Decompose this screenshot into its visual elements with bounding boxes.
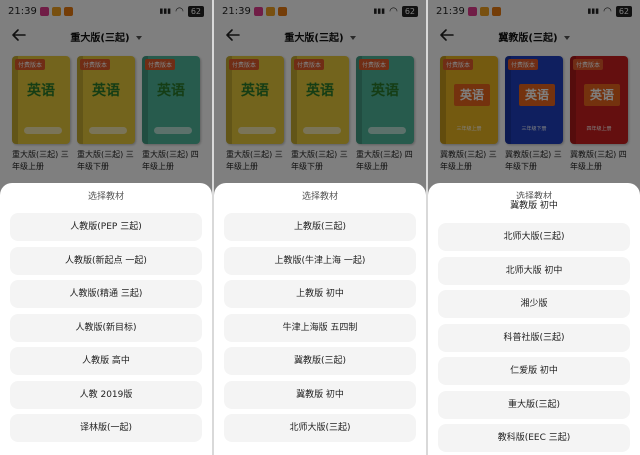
textbook-option[interactable]: 仁爱版 初中: [438, 357, 630, 385]
textbook-option[interactable]: 湘少版: [438, 290, 630, 318]
textbook-option[interactable]: 冀教版(三起): [224, 347, 416, 375]
sheet-title: 选择教材: [301, 192, 338, 202]
textbook-option[interactable]: 人教版(精通 三起): [10, 280, 202, 308]
bottom-sheet: 选择教材人教版(PEP 三起) 人教版(新起点 一起) 人教版(精通 三起) 人教版(…: [0, 183, 212, 455]
textbook-option[interactable]: 人教 2019版: [10, 380, 202, 409]
textbook-option[interactable]: 牛津上海版 五四制: [224, 313, 416, 342]
textbook-option[interactable]: 北师大版(三起): [224, 414, 416, 442]
phone-panel: 21:39▮▮▮◠62重大版(三起)付费版本英语重大版(三起) 三年级上册付费版…: [214, 0, 426, 455]
textbook-option[interactable]: 冀教版 初中: [438, 199, 630, 213]
textbook-option[interactable]: 译林版(一起): [10, 414, 202, 442]
textbook-option[interactable]: 人教版 高中: [10, 347, 202, 375]
bottom-sheet: 选择教材 冀教版 初中 北师大版(三起) 北师大版 初中 湘少版 科普社版(三起) 仁爱版 …: [428, 183, 640, 455]
phone-panel: 21:39▮▮▮◠62重大版(三起)付费版本英语重大版(三起) 三年级上册付费版…: [0, 0, 212, 455]
screenshot-collage: 21:39▮▮▮◠62重大版(三起)付费版本英语重大版(三起) 三年级上册付费版…: [0, 0, 640, 455]
textbook-option[interactable]: 人教版(新起点 一起): [10, 246, 202, 275]
textbook-option[interactable]: 上教版(牛津上海 一起): [224, 246, 416, 275]
bottom-sheet: 选择教材上教版(三起) 上教版(牛津上海 一起) 上教版 初中 牛津上海版 五四制 冀教…: [214, 183, 426, 455]
textbook-option[interactable]: 上教版 初中: [224, 280, 416, 308]
textbook-option[interactable]: 北师大版 初中: [438, 256, 630, 285]
textbook-option[interactable]: 北师大版(三起): [438, 223, 630, 251]
sheet-title: 选择教材: [87, 192, 124, 202]
textbook-option[interactable]: 科普社版(三起): [438, 323, 630, 352]
phone-panel: 21:39▮▮▮◠62冀教版(三起)付费版本英语三年级上册冀教版(三起) 三年级…: [428, 0, 640, 455]
textbook-option[interactable]: 上教版(三起): [224, 213, 416, 241]
textbook-option[interactable]: 人教版(PEP 三起): [10, 213, 202, 241]
textbook-option[interactable]: 重大版(三起): [438, 390, 630, 419]
textbook-option[interactable]: 人教版(新目标): [10, 313, 202, 342]
textbook-option[interactable]: 冀教版 初中: [224, 380, 416, 409]
textbook-option[interactable]: 教科版(EEC 三起): [438, 424, 630, 452]
